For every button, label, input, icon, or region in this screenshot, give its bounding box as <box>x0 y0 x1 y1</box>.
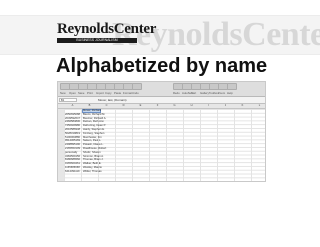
toolbar-button <box>227 83 237 90</box>
column-header: E <box>139 104 142 107</box>
toolbar-button-label: Undo <box>132 91 139 95</box>
column-header: J <box>224 104 227 107</box>
toolbar-button-label: Sort <box>191 91 197 95</box>
column-header: A <box>71 104 74 107</box>
column-header: C <box>105 104 108 107</box>
toolbar-button-label: Zoom <box>218 91 226 95</box>
toolbar-button-label: Gallery <box>200 91 209 95</box>
table-row: 6414391119 Wilder, Thomas <box>65 170 125 174</box>
name-box: B1 <box>59 98 77 102</box>
toolbar-button <box>132 83 142 90</box>
logo-tagline: BUSINESS JOURNALISM <box>57 38 137 43</box>
cell-id: 6414391119 <box>65 169 80 173</box>
header-band: ReynoldsCenter ReynoldsCenter BUSINESS J… <box>0 15 320 55</box>
formula-bar: B1 Mover, last, (Domain) <box>58 97 265 104</box>
toolbar-button-label: Help <box>227 91 233 95</box>
formula-text: Mover, last, (Domain) <box>98 98 127 102</box>
column-header: G <box>173 104 176 107</box>
toolbar-button-label: New <box>60 91 66 95</box>
column-header: D <box>122 104 125 107</box>
column-header: H <box>190 104 193 107</box>
cell-name: Wilder, Thomas <box>83 169 102 173</box>
spreadsheet-screenshot: Show ▼ Customize NewOpenSavePrintImportC… <box>57 81 266 182</box>
toolbar-button-label: Save <box>78 91 85 95</box>
column-header: L <box>258 104 261 107</box>
reynolds-center-logo: ReynoldsCenter BUSINESS JOURNALISM <box>57 21 157 43</box>
spreadsheet-toolbar: Show ▼ Customize NewOpenSavePrintImportC… <box>58 82 265 97</box>
slide-title: Alphabetized by name <box>56 55 268 77</box>
toolbar-button-label: Format <box>123 91 132 95</box>
presentation-slide: ReynoldsCenter ReynoldsCenter BUSINESS J… <box>0 0 320 247</box>
toolbar-button-label: Open <box>69 91 76 95</box>
toolbar-button-label: Redo <box>173 91 180 95</box>
column-header: I <box>208 104 209 107</box>
column-header: K <box>241 104 244 107</box>
toolbar-button-label: Copy <box>105 91 112 95</box>
logo-name: ReynoldsCenter <box>57 21 157 37</box>
toolbar-button-label: Import <box>96 91 104 95</box>
toolbar-button-label: Paste <box>114 91 122 95</box>
cell-contents: Mover, Richard 2050695088 Beens, Richard M… <box>65 109 125 174</box>
toolbar-button-label: Print <box>87 91 93 95</box>
column-header: F <box>156 104 159 107</box>
column-header: B <box>88 104 91 107</box>
